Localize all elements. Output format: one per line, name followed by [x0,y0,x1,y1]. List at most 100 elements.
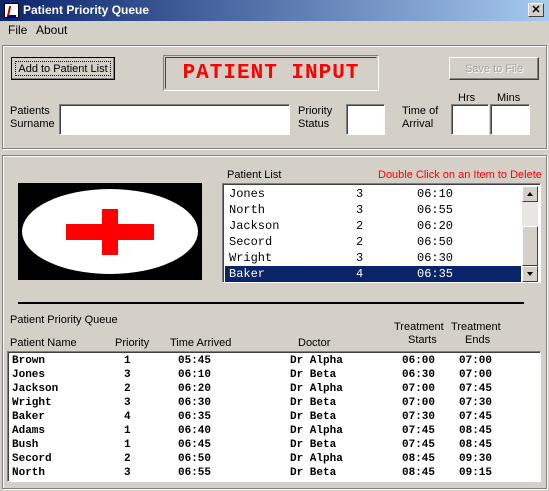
red-cross-icon-vertical [102,209,118,255]
queue-row[interactable]: Secord 2 06:50 Dr Alpha 08:45 09:30 [10,452,540,466]
patient-list-item[interactable]: Secord 2 06:50 [225,234,521,250]
hours-input[interactable] [451,104,489,135]
queue-cell-time: 06:55 [178,467,212,479]
patient-list-item[interactable]: North 3 06:55 [225,202,521,218]
patient-list-time: 06:10 [417,187,454,201]
queue-cell-name: Bush [12,439,39,451]
queue-cell-priority: 4 [124,411,131,423]
queue-cell-priority: 2 [124,383,131,395]
arrival-label-line1: Time of [402,105,439,117]
patient-list-priority: 3 [356,203,364,217]
scroll-up-button[interactable] [522,186,538,202]
queue-cell-doctor: Dr Beta [290,411,337,423]
add-to-patient-list-button[interactable]: Add to Patient List [11,57,115,80]
minutes-input[interactable] [490,104,530,135]
queue-cell-doctor: Dr Beta [290,467,337,479]
header-treatment-starts-1: Treatment [394,321,444,333]
queue-title: Patient Priority Queue [10,314,118,326]
patient-list-item[interactable]: Jones 3 06:10 [225,186,521,202]
queue-cell-time: 06:10 [178,369,212,381]
banner-text: PATIENT INPUT [182,62,360,85]
queue-cell-doctor: Dr Alpha [290,355,343,367]
patient-list-scrollbar[interactable] [522,186,538,282]
queue-cell-ends: 07:30 [459,397,493,409]
patient-list-name: Jackson [229,219,280,233]
queue-cell-ends: 07:00 [459,355,493,367]
queue-cell-priority: 1 [124,439,131,451]
queue-cell-ends: 07:45 [459,411,493,423]
title-bar[interactable]: Patient Priority Queue ✕ [0,0,549,21]
patient-list-priority: 2 [356,219,364,233]
queue-cell-name: Baker [12,411,46,423]
queue-cell-doctor: Dr Alpha [290,425,343,437]
queue-cell-starts: 07:45 [402,425,436,437]
queue-cell-starts: 06:00 [402,355,436,367]
surname-input[interactable] [59,104,290,135]
queue-row[interactable]: North 3 06:55 Dr Beta 08:45 09:15 [10,466,540,480]
close-button[interactable]: ✕ [528,3,544,17]
queue-cell-starts: 08:45 [402,467,436,479]
queue-cell-doctor: Dr Alpha [290,453,343,465]
header-time-arrived: Time Arrived [170,337,232,349]
queue-cell-starts: 07:30 [402,411,436,423]
patient-list-time: 06:20 [417,219,454,233]
arrow-down-icon [527,272,533,276]
queue-cell-starts: 07:00 [402,397,436,409]
patient-list-label: Patient List [227,169,282,181]
patient-list-item[interactable]: Jackson 2 06:20 [225,218,521,234]
patient-list-priority: 3 [356,251,364,265]
queue-row[interactable]: Jones 3 06:10 Dr Beta 06:30 07:00 [10,368,540,382]
save-to-file-button[interactable]: Save to File [449,57,539,80]
delete-hint: Double Click on an Item to Delete [378,169,542,181]
header-treatment-starts-2: Starts [408,334,437,346]
scroll-thumb[interactable] [522,226,538,266]
surname-label-line2: Surname [10,118,55,130]
queue-cell-ends: 07:00 [459,369,493,381]
divider [18,302,524,304]
queue-row[interactable]: Jackson 2 06:20 Dr Alpha 07:00 07:45 [10,382,540,396]
add-button-label: Add to Patient List [18,62,108,75]
queue-cell-priority: 1 [124,425,131,437]
priority-label-line2: Status [298,118,330,130]
app-icon[interactable] [4,3,19,18]
queue-row[interactable]: Bush 1 06:45 Dr Beta 07:45 08:45 [10,438,540,452]
queue-row[interactable]: Brown 1 05:45 Dr Alpha 06:00 07:00 [10,354,540,368]
red-cross-logo [18,183,202,280]
queue-cell-name: Jones [12,369,46,381]
queue-cell-priority: 3 [124,397,131,409]
queue-cell-name: Secord [12,453,52,465]
patient-list-time: 06:30 [417,251,454,265]
queue-cell-name: Jackson [12,383,59,395]
menu-bar: File About [0,21,549,40]
queue-cell-priority: 1 [124,355,131,367]
queue-row[interactable]: Adams 1 06:40 Dr Alpha 07:45 08:45 [10,424,540,438]
priority-queue-list[interactable]: Brown 1 05:45 Dr Alpha 06:00 07:00 Jones 3 06:10… [7,351,541,482]
priority-label-line1: Priority [298,105,333,117]
patient-list-name: Secord [229,235,273,249]
patient-list-box[interactable]: Jones 3 06:10 North 3 06:55 Jackson 2 06:20 Secor… [222,183,541,283]
patient-list-item[interactable]: Wright 3 06:30 [225,250,521,266]
priority-input[interactable] [346,104,385,135]
menu-file[interactable]: File [8,23,27,37]
scroll-down-button[interactable] [522,266,538,282]
queue-cell-name: North [12,467,46,479]
menu-about[interactable]: About [36,23,67,37]
patient-list-name: Wright [229,251,273,265]
queue-cell-doctor: Dr Beta [290,439,337,451]
queue-cell-doctor: Dr Beta [290,397,337,409]
queue-cell-ends: 08:45 [459,439,493,451]
header-treatment-ends-2: Ends [465,334,491,346]
queue-row[interactable]: Baker 4 06:35 Dr Beta 07:30 07:45 [10,410,540,424]
patient-list-item[interactable]: Baker 4 06:35 [225,266,521,282]
queue-row[interactable]: Wright 3 06:30 Dr Beta 07:00 07:30 [10,396,540,410]
patient-list-priority: 4 [356,267,364,281]
queue-cell-priority: 3 [124,467,131,479]
queue-cell-name: Adams [12,425,46,437]
queue-cell-time: 06:20 [178,383,212,395]
queue-cell-ends: 08:45 [459,425,493,437]
queue-cell-time: 06:50 [178,453,212,465]
patient-list-time: 06:50 [417,235,454,249]
save-button-label: Save to File [464,62,524,75]
queue-cell-time: 06:35 [178,411,212,423]
patient-list-name: Jones [229,187,266,201]
